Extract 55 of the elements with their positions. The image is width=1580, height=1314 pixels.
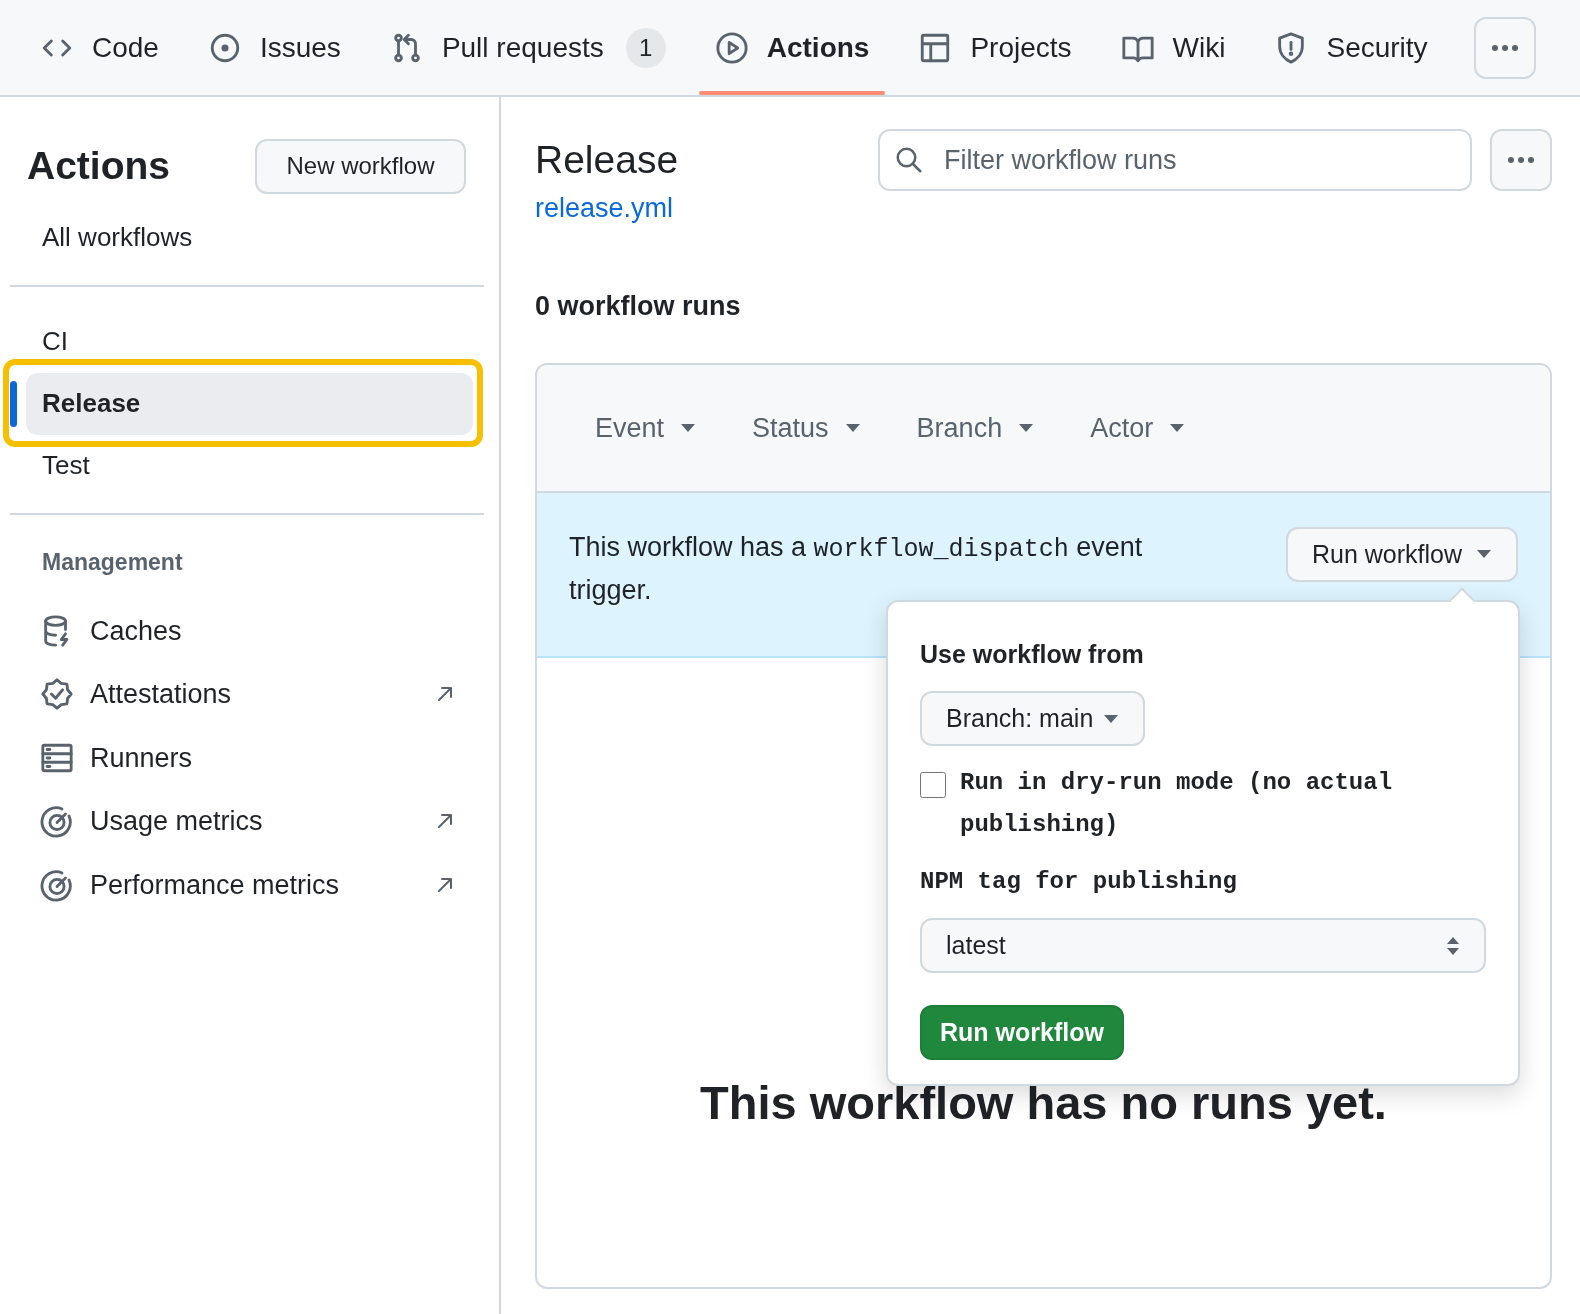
search-field[interactable]: Filter workflow runs (878, 129, 1472, 191)
nav-tab[interactable]: Wiki (1104, 0, 1242, 95)
workflow-file-link[interactable]: release.yml (535, 187, 878, 229)
gauge-icon (40, 804, 74, 839)
nav-tab[interactable]: Pull requests 1 (373, 0, 682, 95)
counter-badge: 1 (625, 27, 666, 68)
workflow-item[interactable]: Test (26, 434, 473, 497)
management-item[interactable]: Performance metrics (10, 853, 489, 917)
nav-tab[interactable]: Security (1258, 0, 1444, 95)
badge-check-icon (40, 677, 74, 712)
branch-select-button[interactable]: Branch: main (920, 691, 1146, 747)
management-item[interactable]: Attestations (10, 662, 489, 726)
more-icon (1491, 43, 1519, 52)
caret-icon (1169, 422, 1186, 433)
gauge-icon (40, 867, 74, 902)
nav-tab[interactable]: Projects (902, 0, 1088, 95)
checkbox-label: Run in dry-run mode (no actual publishing) (960, 768, 1394, 841)
play-icon (714, 30, 749, 65)
page-title: Release (535, 137, 680, 183)
run-workflow-submit-button[interactable]: Run workflow (920, 1005, 1124, 1061)
more-button[interactable] (1474, 16, 1536, 79)
caret-icon (844, 422, 861, 433)
workflow-item[interactable]: CI (26, 310, 473, 373)
select-field[interactable]: latest (920, 918, 1486, 974)
field-label: NPM tag for publishing (920, 867, 1238, 898)
new-workflow-button[interactable]: New workflow (255, 138, 466, 194)
run-workflow-button[interactable]: Run workflow (1285, 526, 1518, 582)
sidebar-link[interactable]: All workflows (42, 217, 489, 257)
workflow-item[interactable]: Release (26, 372, 473, 435)
more-button[interactable] (1490, 129, 1552, 191)
checkbox[interactable] (920, 772, 946, 799)
selection-indicator (10, 380, 17, 427)
filter-dropdown[interactable]: Event (577, 402, 715, 453)
nav-tab[interactable]: Actions (698, 0, 886, 95)
filter-dropdown[interactable]: Status (734, 402, 879, 453)
search-icon (894, 145, 924, 175)
more-icon (1507, 156, 1535, 164)
management-item[interactable]: Runners (10, 726, 489, 790)
empty-state-message: This workflow has no runs yet. (700, 1074, 1387, 1131)
management-item[interactable]: Usage metrics (10, 789, 489, 853)
sidebar-title: Actions (27, 143, 170, 189)
nav-tab[interactable]: Issues (191, 0, 357, 95)
nav-tab[interactable]: Code (24, 0, 175, 95)
caret-icon (1476, 549, 1492, 560)
run-count: 0 workflow runs (535, 290, 742, 324)
section-heading: Management (42, 547, 184, 577)
filter-dropdown[interactable]: Actor (1072, 402, 1204, 453)
panel-heading: Use workflow from (920, 638, 1145, 670)
caret-icon (680, 422, 697, 433)
banner-message: This workflow has a workflow_dispatch event trigger. (569, 530, 1144, 607)
filter-dropdown[interactable]: Branch (898, 402, 1053, 453)
up-down-icon (1446, 935, 1460, 956)
management-item[interactable]: Caches (10, 599, 489, 663)
caret-icon (1018, 422, 1035, 433)
caret-icon (1103, 713, 1120, 724)
